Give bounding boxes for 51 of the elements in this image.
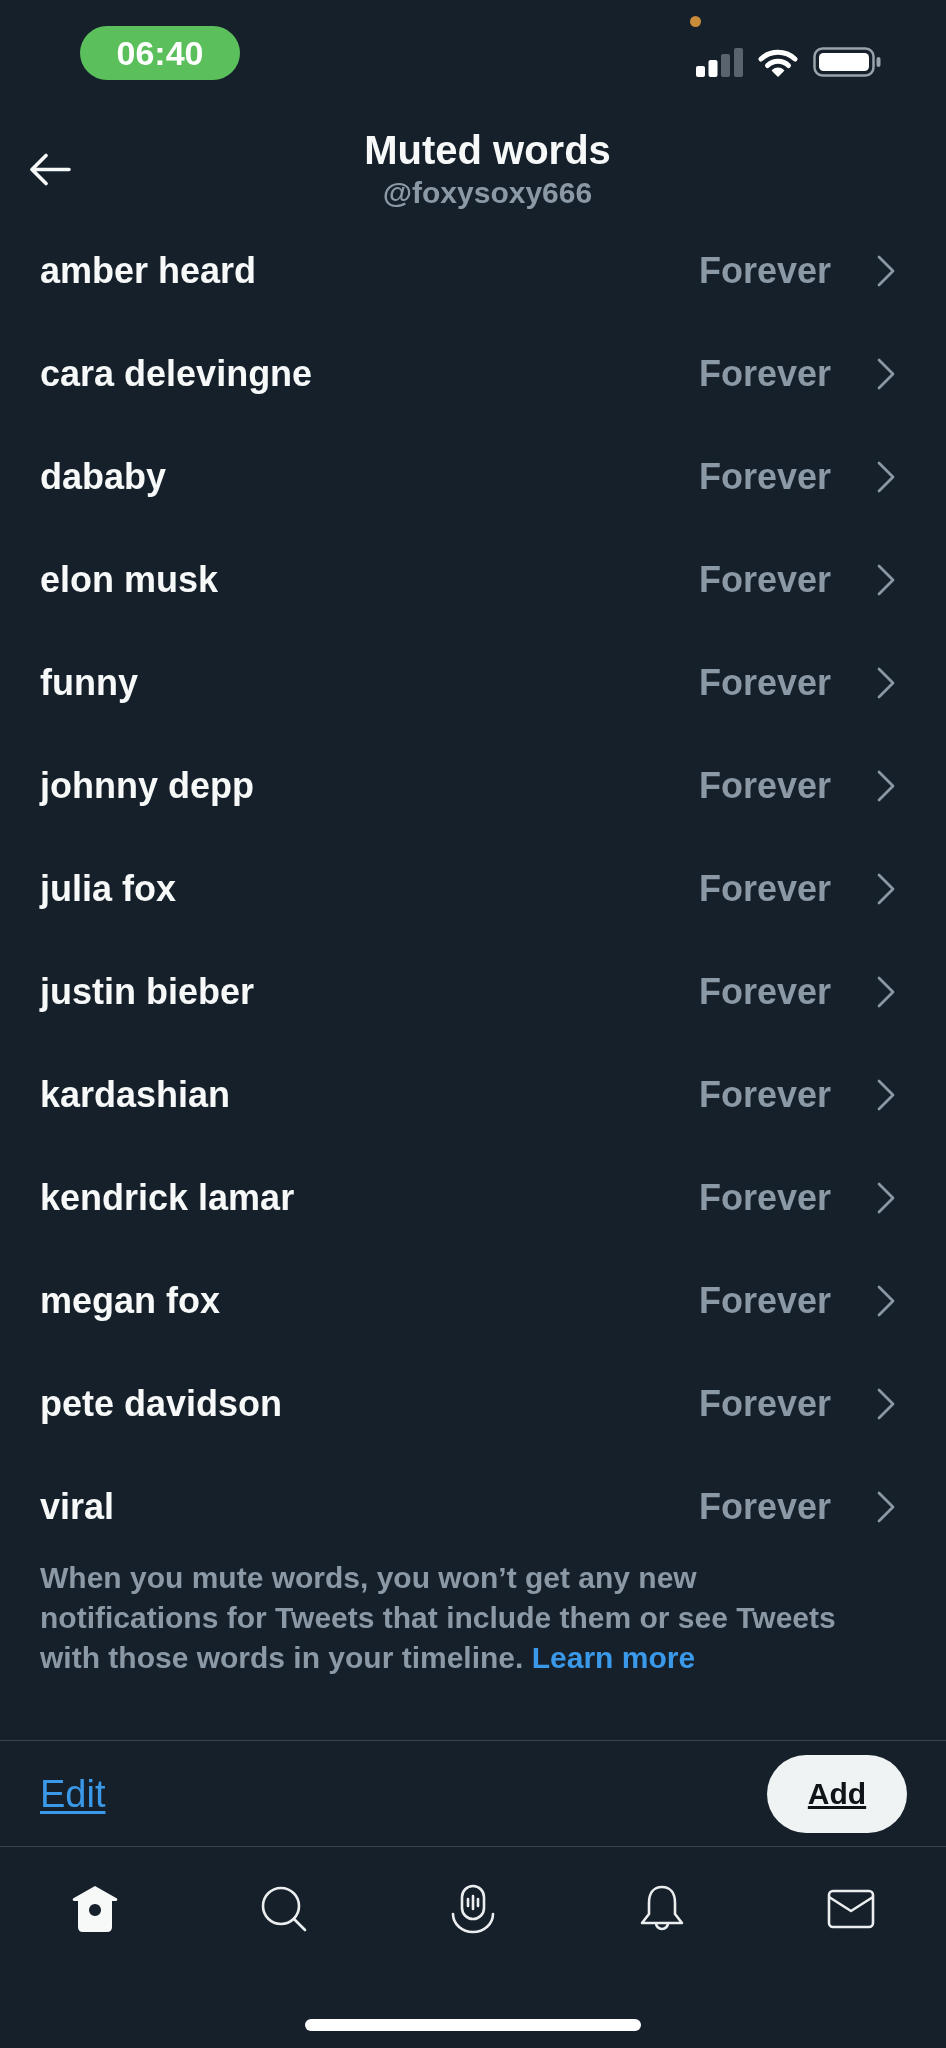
mute-duration: Forever [698,969,831,1014]
chevron-right-icon [877,666,895,699]
battery-icon [813,47,881,77]
mute-duration: Forever [698,1072,831,1117]
add-button[interactable]: Add [767,1754,907,1833]
mute-duration: Forever [698,866,831,911]
chevron-right-icon [877,563,895,596]
chevron-right-icon [877,1181,895,1214]
mute-duration: Forever [698,248,831,293]
chevron-right-icon [877,1490,895,1523]
mute-duration: Forever [698,1381,831,1426]
mute-duration: Forever [698,1175,831,1220]
muted-word[interactable]: pete davidson [40,1376,283,1431]
signal-icon [696,47,743,77]
edit-button[interactable]: Edit [40,1770,106,1817]
muted-word[interactable]: johnny depp [40,758,254,813]
muted-word[interactable]: kendrick lamar [40,1170,295,1225]
chevron-right-icon [877,1078,895,1111]
wifi-icon [758,47,798,77]
chevron-right-icon [877,460,895,493]
muted-word[interactable]: kardashian [40,1067,231,1122]
mute-duration: Forever [698,454,831,499]
chevron-right-icon [877,1284,895,1317]
mute-duration: Forever [698,1278,831,1323]
mute-duration: Forever [698,1484,831,1529]
muted-word[interactable]: amber heard [40,243,257,298]
learn-more-link[interactable]: Learn more [531,1641,696,1674]
chevron-right-icon [877,769,895,802]
mute-duration: Forever [698,557,831,602]
muted-word[interactable]: megan fox [40,1273,221,1328]
back-button[interactable] [29,152,71,186]
back-arrow-icon [29,152,71,186]
muted-word[interactable]: elon musk [40,552,219,607]
muted-word[interactable]: justin bieber [40,964,255,1019]
mute-duration: Forever [698,763,831,808]
muted-word[interactable]: dababy [40,449,167,504]
chevron-right-icon [877,872,895,905]
muted-word[interactable]: julia fox [40,861,177,916]
chevron-right-icon [877,357,895,390]
chevron-right-icon [877,1387,895,1420]
muted-word[interactable]: cara delevingne [40,346,313,401]
mute-duration: Forever [698,660,831,705]
chevron-right-icon [877,254,895,287]
muted-word[interactable]: funny [40,655,138,710]
status-time: 06:40 [80,26,240,80]
info-text: When you mute words, you won’t get any new notifications for Tweets that include them or see Tweets with those words in your timeline. Learn more [40,1560,837,1676]
muted-word[interactable]: viral [40,1479,115,1534]
chevron-right-icon [877,975,895,1008]
account-handle: @foxysoxy666 [382,175,593,211]
mute-duration: Forever [698,351,831,396]
page-title: Muted words [364,127,611,173]
